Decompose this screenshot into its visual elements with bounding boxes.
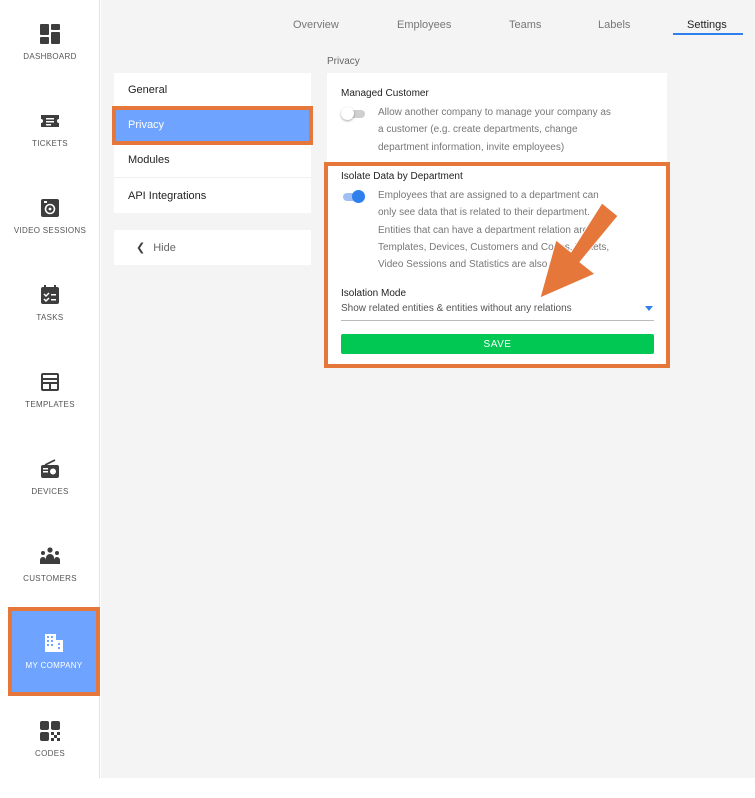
description-line: department information, invite employees… [378, 141, 565, 153]
tab-employees[interactable]: Employees [397, 19, 451, 31]
nav-customers[interactable]: CUSTOMERS [0, 522, 100, 609]
sidebar: DASHBOARD TICKETS VIDEO SESSIONS TASKS T… [0, 0, 100, 778]
menu-item-general[interactable]: General [114, 73, 311, 108]
description-line: Video Sessions and Statistics are also f… [378, 259, 583, 271]
nav-dashboard[interactable]: DASHBOARD [0, 0, 100, 87]
nav-devices[interactable]: DEVICES [0, 435, 100, 522]
video-sessions-icon [41, 199, 59, 217]
description-line: Allow another company to manage your com… [378, 107, 611, 118]
menu-item-privacy[interactable]: Privacy [112, 106, 313, 145]
isolation-mode-label: Isolation Mode [341, 288, 407, 299]
nav-label: DASHBOARD [23, 52, 77, 61]
hide-button[interactable]: ❮ Hide [114, 230, 311, 265]
description-line: a customer (e.g. create departments, cha… [378, 124, 578, 136]
nav-my-company[interactable]: MY COMPANY [8, 607, 100, 696]
main-content: Overview Employees Teams Labels Settings… [101, 0, 755, 778]
caret-down-icon [645, 306, 653, 311]
isolate-data-title: Isolate Data by Department [341, 171, 463, 182]
toggle-knob [341, 107, 354, 120]
save-button[interactable]: SAVE [341, 334, 654, 354]
hide-label: Hide [153, 241, 176, 254]
templates-icon [41, 373, 59, 391]
isolate-data-description: Employees that are assigned to a departm… [378, 187, 658, 273]
top-tabs: Overview Employees Teams Labels Settings [101, 0, 755, 37]
codes-icon [40, 721, 60, 741]
description-line: only see data that is related to their d… [378, 207, 590, 219]
isolation-mode-select[interactable]: Show related entities & entities without… [341, 303, 654, 321]
nav-codes[interactable]: CODES [0, 697, 100, 784]
my-company-icon [45, 634, 63, 652]
nav-label: TEMPLATES [25, 400, 75, 409]
nav-label: CODES [35, 749, 65, 758]
toggle-knob [352, 190, 365, 203]
nav-video-sessions[interactable]: VIDEO SESSIONS [0, 174, 100, 261]
tickets-icon [41, 115, 59, 127]
description-line: Entities that can have a department rela… [378, 224, 589, 236]
tab-teams[interactable]: Teams [509, 19, 541, 31]
tab-labels[interactable]: Labels [598, 19, 630, 31]
managed-customer-title: Managed Customer [341, 88, 429, 99]
devices-icon [41, 459, 59, 478]
nav-label: TICKETS [32, 139, 68, 148]
managed-customer-toggle[interactable] [341, 107, 365, 120]
menu-item-api-integrations[interactable]: API Integrations [114, 178, 311, 213]
nav-tickets[interactable]: TICKETS [0, 87, 100, 174]
settings-menu: General Privacy Modules API Integrations [112, 73, 313, 213]
menu-item-modules[interactable]: Modules [114, 143, 311, 178]
description-line: Templates, Devices, Customers and Codes.… [378, 241, 610, 253]
tab-settings[interactable]: Settings [687, 19, 727, 31]
managed-customer-description: Allow another company to manage your com… [378, 104, 658, 156]
isolation-mode-value: Show related entities & entities without… [341, 303, 572, 314]
tasks-icon [41, 285, 59, 304]
description-line: Employees that are assigned to a departm… [378, 190, 599, 201]
isolate-data-toggle[interactable] [341, 190, 365, 203]
nav-label: CUSTOMERS [23, 574, 77, 583]
nav-label: TASKS [36, 313, 64, 322]
nav-tasks[interactable]: TASKS [0, 261, 100, 348]
nav-label: MY COMPANY [25, 661, 83, 670]
tab-overview[interactable]: Overview [293, 19, 339, 31]
chevron-left-icon: ❮ [136, 242, 146, 254]
customers-icon [40, 547, 60, 564]
dashboard-icon [40, 24, 60, 44]
nav-label: DEVICES [31, 487, 69, 496]
active-tab-indicator [673, 33, 743, 35]
nav-label: VIDEO SESSIONS [13, 226, 87, 235]
section-title: Privacy [327, 56, 360, 67]
nav-templates[interactable]: TEMPLATES [0, 348, 100, 435]
